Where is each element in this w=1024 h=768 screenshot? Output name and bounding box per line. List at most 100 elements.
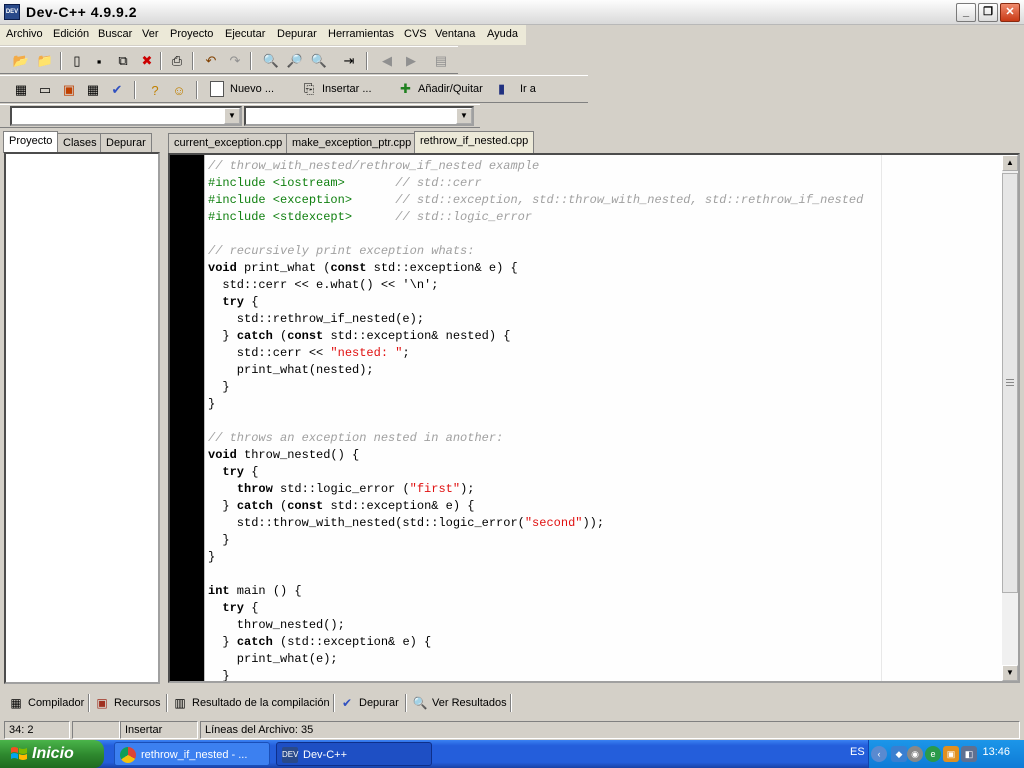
open-file-icon[interactable]: 📁: [34, 50, 56, 72]
code-line: print_what(e);: [208, 651, 338, 668]
forward-icon[interactable]: ▶: [400, 50, 422, 72]
code-token: std::rethrow_if_nested(e);: [208, 312, 425, 326]
scroll-up-icon[interactable]: ▲: [1002, 155, 1018, 171]
menu-ver[interactable]: Ver: [142, 28, 159, 40]
menu-ayuda[interactable]: Ayuda: [487, 28, 518, 40]
find-results-icon: 🔍: [412, 696, 428, 710]
insertar-label: Insertar ...: [322, 83, 372, 95]
replace-icon[interactable]: 🔎: [284, 50, 306, 72]
back-icon[interactable]: ◀: [376, 50, 398, 72]
member-combo[interactable]: ▼: [244, 106, 474, 126]
code-token: std::throw_with_nested(std::logic_error(: [208, 516, 525, 530]
bookmark-icon[interactable]: ▤: [430, 50, 452, 72]
scroll-down-icon[interactable]: ▼: [1002, 665, 1018, 681]
menu-archivo[interactable]: Archivo: [6, 28, 43, 40]
restore-button[interactable]: ❐: [978, 3, 998, 22]
help-icon[interactable]: ?: [144, 79, 166, 101]
tab-ver-resultados[interactable]: 🔍 Ver Resultados: [410, 692, 507, 714]
menu-edicion[interactable]: Edición: [53, 28, 89, 40]
tab-depurar[interactable]: Depurar: [100, 133, 152, 153]
code-token: try: [222, 295, 245, 309]
menu-cvs[interactable]: CVS: [404, 28, 427, 40]
code-editor[interactable]: // throw_with_nested/rethrow_if_nested e…: [168, 153, 1020, 683]
tab-depurar-bottom[interactable]: ✔ Depurar: [337, 692, 399, 714]
tab-resultado-compilacion[interactable]: ▥ Resultado de la compilación: [170, 692, 329, 714]
close-button[interactable]: ✕: [1000, 3, 1020, 22]
task-devcpp[interactable]: DEV Dev-C++: [276, 742, 432, 766]
task-devcpp-label: Dev-C++: [303, 749, 348, 761]
code-line: try {: [208, 600, 258, 617]
code-line: } catch (std::exception& e) {: [208, 634, 431, 651]
minimize-button[interactable]: _: [956, 3, 976, 22]
menu-depurar[interactable]: Depurar: [277, 28, 317, 40]
code-token: void: [208, 261, 237, 275]
network-icon[interactable]: ▣: [943, 746, 959, 762]
tab-make-exception-ptr[interactable]: make_exception_ptr.cpp: [286, 133, 418, 153]
find-next-icon[interactable]: 🔍: [308, 50, 330, 72]
insertar-button[interactable]: ⎘ Insertar ...: [304, 78, 372, 100]
code-token: throw: [236, 482, 273, 496]
language-indicator[interactable]: ES: [850, 746, 865, 758]
right-margin-line: [881, 155, 882, 681]
tab-proyecto[interactable]: Proyecto: [3, 131, 59, 153]
code-area[interactable]: // throw_with_nested/rethrow_if_nested e…: [204, 155, 1002, 681]
task-browser-label: rethrow_if_nested - ...: [141, 749, 248, 761]
tab-compilador[interactable]: ▦ Compilador: [6, 692, 84, 714]
code-token: try: [222, 465, 245, 479]
about-icon[interactable]: ☺: [168, 79, 190, 101]
run-icon[interactable]: ▭: [34, 79, 56, 101]
nuevo-label: Nuevo ...: [230, 83, 275, 95]
edge-icon[interactable]: e: [925, 746, 941, 762]
recursos-label: Recursos: [114, 697, 161, 709]
open-project-icon[interactable]: 📂: [10, 50, 32, 72]
chevron-left-icon[interactable]: ‹: [871, 746, 887, 762]
task-browser[interactable]: rethrow_if_nested - ...: [114, 742, 270, 766]
code-token: // throws an exception nested in another…: [208, 431, 504, 445]
print-icon[interactable]: ⎙: [166, 50, 188, 72]
scroll-thumb[interactable]: [1002, 173, 1018, 593]
menu-ejecutar[interactable]: Ejecutar: [225, 28, 265, 40]
class-combo[interactable]: ▼: [10, 106, 242, 126]
tab-recursos[interactable]: ▣ Recursos: [92, 692, 160, 714]
menu-proyecto[interactable]: Proyecto: [170, 28, 213, 40]
chevron-down-icon[interactable]: ▼: [224, 108, 240, 124]
cursor-position: 34: 2: [4, 721, 70, 739]
redo-icon[interactable]: ↷: [224, 50, 246, 72]
tab-clases[interactable]: Clases: [57, 133, 103, 153]
insert-icon: ⎘: [304, 81, 315, 96]
save-all-icon[interactable]: ⧉: [112, 50, 134, 72]
code-token: (: [272, 329, 288, 343]
chevron-down-icon[interactable]: ▼: [456, 108, 472, 124]
vertical-scrollbar[interactable]: ▲ ▼: [1002, 155, 1018, 681]
taskbar: Inicio rethrow_if_nested - ... DEV Dev-C…: [0, 740, 1024, 768]
tab-rethrow-if-nested[interactable]: rethrow_if_nested.cpp: [414, 131, 535, 153]
compile-run-icon[interactable]: ▣: [58, 79, 80, 101]
start-button[interactable]: Inicio: [0, 740, 104, 768]
find-icon[interactable]: 🔍: [260, 50, 282, 72]
goto-line-icon[interactable]: ⇥: [338, 50, 360, 72]
code-token: catch: [236, 329, 273, 343]
close-file-icon[interactable]: ✖: [136, 50, 158, 72]
menu-buscar[interactable]: Buscar: [98, 28, 132, 40]
anadir-label: Añadir/Quitar: [418, 83, 483, 95]
compile-icon[interactable]: ▦: [10, 79, 32, 101]
debug-check-icon[interactable]: ✔: [106, 79, 128, 101]
sync-icon[interactable]: ◉: [907, 746, 923, 762]
dropbox-icon[interactable]: ◆: [891, 746, 907, 762]
save-icon[interactable]: ▪: [88, 50, 110, 72]
nuevo-button[interactable]: Nuevo ...: [210, 78, 274, 100]
menu-ventana[interactable]: Ventana: [435, 28, 475, 40]
rebuild-icon[interactable]: ▦: [82, 79, 104, 101]
project-panel[interactable]: [4, 152, 160, 684]
volume-icon[interactable]: ◧: [961, 746, 977, 762]
menu-herramientas[interactable]: Herramientas: [328, 28, 394, 40]
code-token: throw_nested();: [208, 618, 345, 632]
tab-current-exception[interactable]: current_exception.cpp: [168, 133, 289, 153]
ir-a-button[interactable]: ▮ Ir a: [498, 78, 536, 100]
code-line: try {: [208, 464, 258, 481]
code-token: "first": [409, 482, 461, 496]
anadir-quitar-button[interactable]: ✚ Añadir/Quitar: [400, 78, 483, 100]
undo-icon[interactable]: ↶: [200, 50, 222, 72]
new-file-icon[interactable]: ▯: [66, 50, 88, 72]
